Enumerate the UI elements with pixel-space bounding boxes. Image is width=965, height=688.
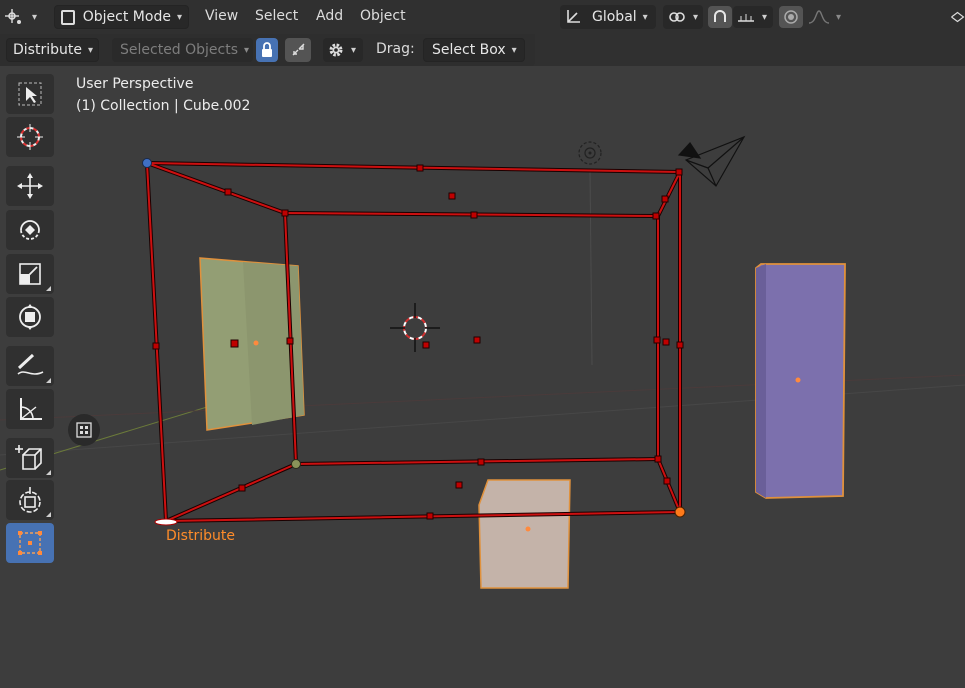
menu-select[interactable]: Select <box>255 8 298 26</box>
measure-tool[interactable] <box>6 389 54 429</box>
distribute-gizmo-icon[interactable] <box>154 518 178 526</box>
chevron-down-icon: ▾ <box>176 11 182 23</box>
corner-handle-green[interactable] <box>291 459 301 469</box>
spin-icon <box>19 487 41 513</box>
select-box-tool[interactable] <box>6 74 54 114</box>
menu-object[interactable]: Object <box>360 8 406 26</box>
tool-submenu-indicator <box>46 378 51 383</box>
menu-view[interactable]: View <box>205 8 238 26</box>
tool-dropdown[interactable]: Distribute ▾ <box>6 38 99 62</box>
corner-handle-orange[interactable] <box>674 506 686 518</box>
proportional-editing-toggle[interactable] <box>779 6 803 28</box>
beige-plane-object[interactable] <box>478 479 571 589</box>
menu-add[interactable]: Add <box>316 8 343 26</box>
transform-tool[interactable] <box>6 297 54 337</box>
pencil-icon <box>17 353 44 375</box>
editor-type-button[interactable]: ▾ <box>4 5 46 29</box>
chevron-down-icon: ▾ <box>32 11 38 23</box>
transform-icon <box>19 304 41 330</box>
3d-cursor-icon <box>390 303 440 352</box>
add-cube-icon <box>15 445 42 470</box>
spin-tool[interactable] <box>6 480 54 520</box>
orientation-label: Global <box>592 9 637 25</box>
falloff-curve-icon <box>808 10 830 24</box>
tool-options-dropdown[interactable]: ▾ <box>323 38 363 62</box>
rotate-icon <box>20 220 40 240</box>
scale-icon <box>19 263 41 285</box>
move-tool[interactable] <box>6 166 54 206</box>
overlay-menu-button[interactable] <box>950 6 965 28</box>
chevron-down-icon: ▾ <box>693 11 699 23</box>
selected-objects-label: Selected Objects <box>120 42 239 58</box>
mode-dropdown[interactable]: Object Mode ▾ <box>54 5 189 29</box>
camera-object-icon[interactable] <box>677 135 746 187</box>
add-cube-tool[interactable] <box>6 438 54 478</box>
tool-submenu-indicator <box>46 470 51 475</box>
ruler-icon <box>20 398 42 420</box>
rotate-tool[interactable] <box>6 210 54 250</box>
select-box-icon <box>18 82 42 106</box>
drag-label: Drag: <box>376 41 415 57</box>
tool-label: Distribute <box>13 42 82 58</box>
collapse-arrows-icon <box>292 43 305 56</box>
drag-value: Select Box <box>432 42 506 58</box>
snap-toggle[interactable] <box>708 6 732 28</box>
tool-submenu-indicator <box>46 512 51 517</box>
annotate-tool[interactable] <box>6 346 54 386</box>
grid-icon <box>76 422 92 438</box>
corner-handle-blue[interactable] <box>142 158 152 168</box>
collapse-toggle[interactable] <box>285 38 311 62</box>
proportional-editing-icon <box>784 10 798 24</box>
transform-orientation-icon <box>567 10 580 23</box>
gear-icon <box>329 43 343 57</box>
pivot-point-dropdown[interactable]: ▾ <box>663 5 703 29</box>
drag-dropdown[interactable]: Select Box ▾ <box>423 38 525 62</box>
distribute-gizmo-label: Distribute <box>166 528 235 544</box>
chevron-down-icon: ▾ <box>762 11 768 23</box>
snap-increment-icon <box>738 14 754 22</box>
purple-cube-object[interactable] <box>755 263 846 499</box>
magnet-icon <box>714 10 726 22</box>
chevron-down-icon: ▾ <box>87 44 93 56</box>
falloff-dropdown[interactable]: ▾ <box>805 6 845 28</box>
orientation-dropdown[interactable]: Global ▾ <box>560 5 656 29</box>
snap-target-dropdown[interactable]: ▾ <box>733 6 773 28</box>
editor-type-icon <box>5 9 21 24</box>
collection-label: (1) Collection | Cube.002 <box>76 98 251 114</box>
chevron-down-icon: ▾ <box>511 44 517 56</box>
lock-icon <box>262 42 272 57</box>
cursor-tool[interactable] <box>6 117 54 157</box>
selected-objects-dropdown[interactable]: Selected Objects ▾ <box>112 38 253 62</box>
chevron-down-icon: ▾ <box>244 44 250 56</box>
lock-toggle[interactable] <box>256 38 278 62</box>
mode-label: Object Mode <box>82 9 171 25</box>
cursor-icon <box>17 124 43 150</box>
perspective-label: User Perspective <box>76 76 194 92</box>
scale-tool[interactable] <box>6 254 54 294</box>
object-type-visibility-icon <box>951 11 965 23</box>
object-mode-icon <box>61 9 75 25</box>
tool-settings-bar: Distribute ▾ Selected Objects ▾ ▾ Drag: … <box>0 34 965 66</box>
chevron-down-icon: ▾ <box>351 44 357 56</box>
move-icon <box>17 173 43 199</box>
camera-view-button[interactable] <box>68 414 100 446</box>
chevron-down-icon: ▾ <box>642 11 648 23</box>
distribute-handles[interactable] <box>152 164 684 520</box>
chevron-down-icon: ▾ <box>836 11 842 23</box>
light-object-icon[interactable] <box>578 141 602 165</box>
distribute-icon <box>18 531 42 555</box>
viewport-header: ▾ Object Mode ▾ View Select Add Object G… <box>0 0 965 34</box>
pivot-link-icon <box>669 12 685 22</box>
tool-submenu-indicator <box>46 286 51 291</box>
distribute-tool[interactable] <box>6 523 54 563</box>
